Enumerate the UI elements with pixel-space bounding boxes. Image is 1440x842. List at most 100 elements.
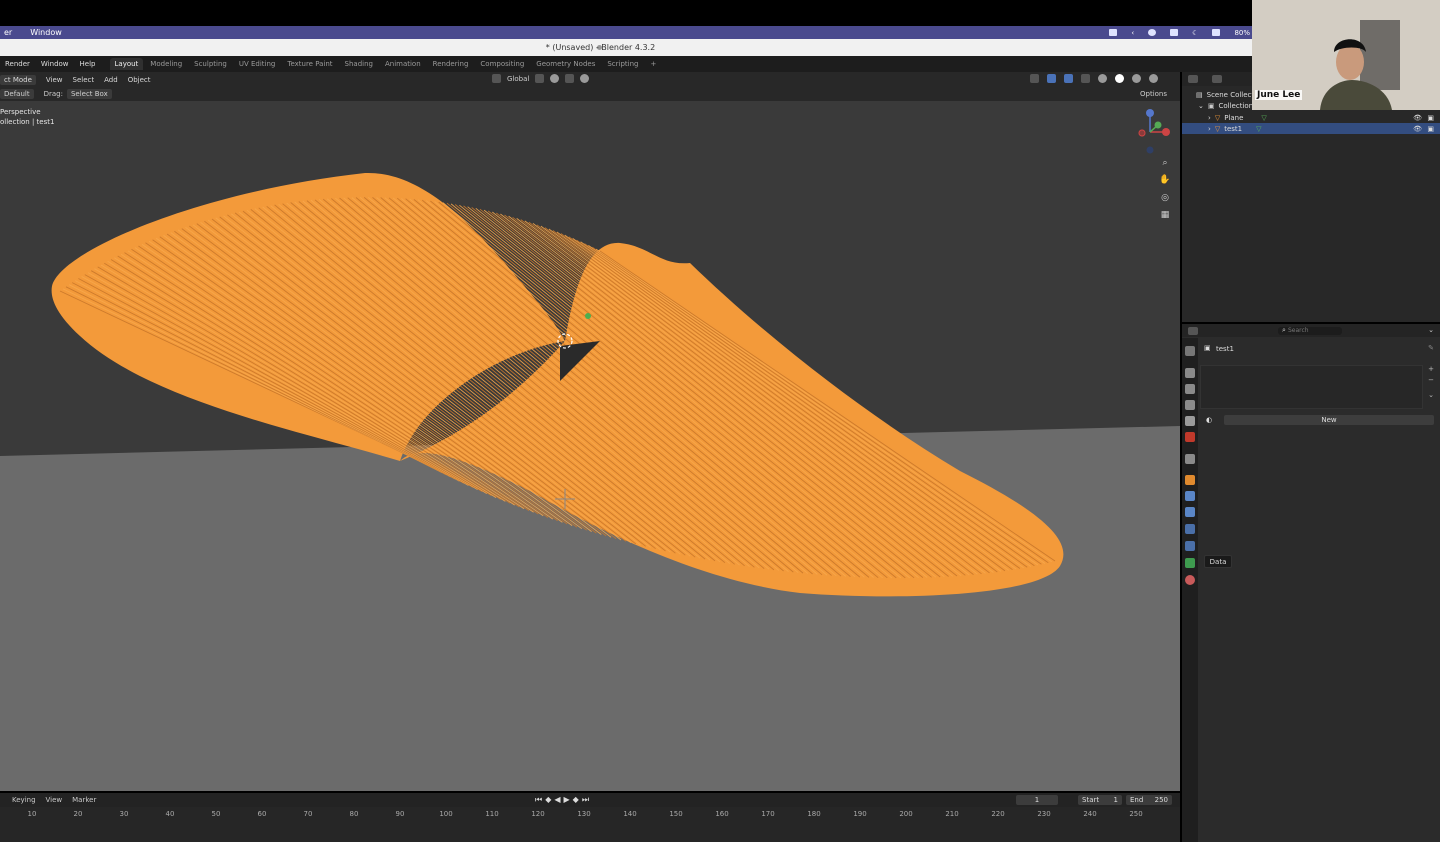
proportional-edit-icon[interactable] xyxy=(580,74,590,83)
tab-sculpting[interactable]: Sculpting xyxy=(189,58,232,70)
mac-menu-item-window[interactable]: Window xyxy=(30,28,62,37)
tab-modeling[interactable]: Modeling xyxy=(145,58,187,70)
mode-dropdown[interactable]: ct Mode xyxy=(0,74,36,85)
viewport-menu-object[interactable]: Object xyxy=(128,76,151,84)
grid-ortho-icon[interactable]: ▦ xyxy=(1159,209,1171,221)
moon-icon[interactable]: ☾ xyxy=(1192,29,1198,37)
tab-rendering[interactable]: Rendering xyxy=(428,58,474,70)
outliner-row-test1[interactable]: › ▽ test1 ▽ 👁 ▣ xyxy=(1182,123,1440,134)
timeline-tick: 240 xyxy=(1083,810,1097,818)
collection-expand-icon[interactable]: ⌄ xyxy=(1198,102,1204,110)
visibility-icon[interactable] xyxy=(1030,74,1039,83)
tab-scripting[interactable]: Scripting xyxy=(602,58,643,70)
pivot-icon[interactable] xyxy=(535,74,545,83)
tab-uv-editing[interactable]: UV Editing xyxy=(234,58,281,70)
gizmo-toggle-icon[interactable] xyxy=(1047,74,1056,83)
editor-type-icon[interactable] xyxy=(1188,75,1198,83)
object-tab-icon[interactable] xyxy=(1185,475,1195,485)
test1-visibility-icon[interactable]: 👁 xyxy=(1413,125,1422,133)
prev-keyframe-icon[interactable]: ◆ xyxy=(545,795,551,805)
view-layer-tab-icon[interactable] xyxy=(1185,400,1195,410)
tab-shading[interactable]: Shading xyxy=(340,58,378,70)
viewport-menu-view[interactable]: View xyxy=(46,76,63,84)
navigation-gizmo[interactable] xyxy=(1128,107,1178,157)
tab-compositing[interactable]: Compositing xyxy=(475,58,529,70)
menu-window[interactable]: Window xyxy=(41,60,69,68)
physics-tab-icon[interactable] xyxy=(1185,524,1195,534)
play-icon[interactable]: ▶ xyxy=(564,795,570,805)
material-tab-icon[interactable] xyxy=(1185,575,1195,585)
plane-visibility-icon[interactable]: 👁 xyxy=(1413,114,1422,122)
snap-target-icon[interactable] xyxy=(565,74,575,83)
plane-render-icon[interactable]: ▣ xyxy=(1427,114,1434,122)
3d-viewport[interactable]: Perspective ollection | test1 ⌕ ✋ ◎ ▦ xyxy=(0,101,1180,791)
menu-help[interactable]: Help xyxy=(80,60,96,68)
display-icon[interactable] xyxy=(1170,29,1179,36)
tab-geometry-nodes[interactable]: Geometry Nodes xyxy=(531,58,600,70)
mac-menu-item-app[interactable]: er xyxy=(4,28,12,37)
viewport-menu-add[interactable]: Add xyxy=(104,76,118,84)
properties-options-icon[interactable]: ⌄ xyxy=(1428,326,1434,334)
camera-view-icon[interactable]: ◎ xyxy=(1159,192,1171,204)
tab-animation[interactable]: Animation xyxy=(380,58,426,70)
start-frame-field[interactable]: Start 1 xyxy=(1078,795,1122,805)
user-icon[interactable] xyxy=(1212,29,1221,36)
current-frame-field[interactable]: 1 xyxy=(1016,795,1058,805)
new-material-button[interactable]: New xyxy=(1224,415,1434,425)
orientation-default-dropdown[interactable]: Default xyxy=(0,89,34,99)
jump-end-icon[interactable]: ⏭ xyxy=(582,795,589,805)
snap-icon[interactable] xyxy=(550,74,560,83)
screen-share-icon[interactable] xyxy=(1109,29,1118,36)
back-chevron-icon[interactable]: ‹ xyxy=(1131,29,1134,37)
window-title-bar: * (Unsaved) - Blender 4.3.2 xyxy=(0,39,1252,56)
world-tab-icon[interactable] xyxy=(1185,432,1195,442)
remove-slot-icon[interactable]: − xyxy=(1428,376,1434,384)
tool-tab-icon[interactable] xyxy=(1185,346,1195,356)
play-reverse-icon[interactable]: ◀ xyxy=(554,795,560,805)
render-tab-icon[interactable] xyxy=(1185,368,1195,378)
properties-editor-type-icon[interactable] xyxy=(1188,327,1198,335)
plane-expand-icon[interactable]: › xyxy=(1208,114,1211,122)
outliner-row-plane[interactable]: › ▽ Plane ▽ 👁 ▣ xyxy=(1182,112,1440,123)
next-keyframe-icon[interactable]: ◆ xyxy=(573,795,579,805)
options-dropdown[interactable]: Options xyxy=(1140,90,1167,98)
overlay-toggle-icon[interactable] xyxy=(1064,74,1073,83)
tab-layout[interactable]: Layout xyxy=(109,58,144,70)
particles-tab-icon[interactable] xyxy=(1185,507,1195,517)
output-tab-icon[interactable] xyxy=(1185,384,1195,394)
add-workspace-button[interactable]: + xyxy=(645,58,661,70)
scene-tab-icon[interactable] xyxy=(1185,416,1195,426)
pan-hand-icon[interactable]: ✋ xyxy=(1159,174,1171,186)
timeline-menu-marker[interactable]: Marker xyxy=(72,796,96,804)
timeline-menu-view[interactable]: View xyxy=(46,796,63,804)
test1-render-icon[interactable]: ▣ xyxy=(1427,125,1434,133)
zoom-icon[interactable]: ⌕ xyxy=(1159,157,1171,169)
jump-start-icon[interactable]: ⏮ xyxy=(535,795,542,805)
display-mode-icon[interactable] xyxy=(1212,75,1222,83)
material-browse-icon[interactable]: ◐ xyxy=(1206,416,1212,424)
properties-search-input[interactable]: Search xyxy=(1278,327,1342,335)
timeline-ruler[interactable]: 10 20 30 40 50 60 70 80 90 100 110 120 130 140 150 160 1… xyxy=(0,807,1180,842)
test1-expand-icon[interactable]: › xyxy=(1208,125,1211,133)
timeline-menu-keying[interactable]: Keying xyxy=(12,796,36,804)
material-shading-icon[interactable] xyxy=(1132,74,1141,83)
viewport-menu-select[interactable]: Select xyxy=(73,76,95,84)
data-tab-icon[interactable] xyxy=(1185,558,1195,568)
transform-orientation-dropdown[interactable]: Global xyxy=(507,75,529,83)
pin-icon[interactable]: ✎ xyxy=(1428,344,1434,352)
xray-icon[interactable] xyxy=(1081,74,1090,83)
tab-texture-paint[interactable]: Texture Paint xyxy=(282,58,337,70)
control-center-icon[interactable] xyxy=(1148,29,1157,36)
end-frame-field[interactable]: End 250 xyxy=(1126,795,1172,805)
menu-render[interactable]: Render xyxy=(5,60,30,68)
modifiers-tab-icon[interactable] xyxy=(1185,491,1195,501)
drag-select-dropdown[interactable]: Select Box xyxy=(66,89,112,99)
rendered-shading-icon[interactable] xyxy=(1149,74,1158,83)
material-slot-list[interactable] xyxy=(1200,365,1423,409)
slot-menu-icon[interactable]: ⌄ xyxy=(1428,391,1434,399)
collection-tab-icon[interactable] xyxy=(1185,454,1195,464)
constraints-tab-icon[interactable] xyxy=(1185,541,1195,551)
wireframe-shading-icon[interactable] xyxy=(1098,74,1107,83)
solid-shading-icon[interactable] xyxy=(1115,74,1124,83)
add-slot-icon[interactable]: + xyxy=(1428,365,1434,373)
